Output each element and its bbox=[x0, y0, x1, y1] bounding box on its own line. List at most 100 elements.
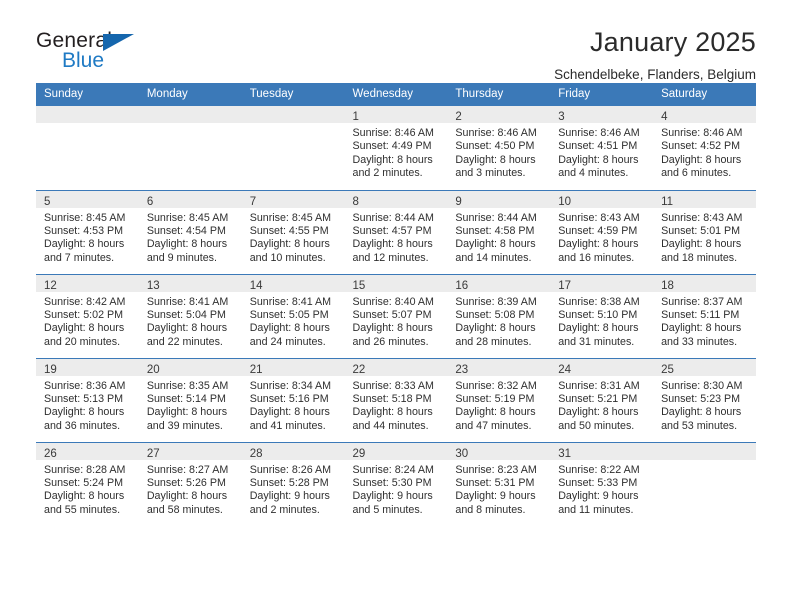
calendar-day-cell[interactable]: 3 Sunrise: 8:46 AM Sunset: 4:51 PM Daylight… bbox=[550, 106, 654, 190]
calendar-day-cell[interactable]: 14 Sunrise: 8:41 AM Sunset: 5:05 PM Dayligh… bbox=[241, 273, 345, 358]
day-number: 6 bbox=[146, 195, 154, 208]
day-cell-content: 23 Sunrise: 8:32 AM Sunset: 5:19 PM Dayligh… bbox=[447, 358, 551, 442]
calendar-day-cell[interactable]: 23 Sunrise: 8:32 AM Sunset: 5:19 PM Dayligh… bbox=[447, 357, 551, 442]
daylight-text-line2: and 44 minutes. bbox=[352, 419, 429, 432]
calendar-day-cell[interactable]: 11 Sunrise: 8:43 AM Sunset: 5:01 PM Dayligh… bbox=[653, 189, 756, 274]
calendar-day-cell[interactable]: 8 Sunrise: 8:44 AM Sunset: 4:57 PM Daylight… bbox=[344, 189, 448, 274]
daylight-text-line1: Daylight: 8 hours bbox=[352, 322, 433, 335]
masthead: General Blue January 2025 Schendelbeke, … bbox=[36, 0, 756, 82]
calendar-day-cell[interactable]: 20 Sunrise: 8:35 AM Sunset: 5:14 PM Dayligh… bbox=[138, 357, 242, 442]
calendar-week-row: 26 Sunrise: 8:28 AM Sunset: 5:24 PM Dayligh… bbox=[36, 441, 756, 527]
calendar-day-cell[interactable]: 22 Sunrise: 8:33 AM Sunset: 5:18 PM Dayligh… bbox=[344, 357, 448, 442]
logo-text-blue: Blue bbox=[62, 49, 105, 72]
sunset-text: Sunset: 5:14 PM bbox=[146, 392, 226, 405]
day-number-band: 20 bbox=[138, 358, 242, 376]
sunset-text: Sunset: 4:49 PM bbox=[352, 140, 432, 153]
day-cell-content: 21 Sunrise: 8:34 AM Sunset: 5:16 PM Dayligh… bbox=[241, 358, 345, 442]
calendar-day-cell[interactable]: 16 Sunrise: 8:39 AM Sunset: 5:08 PM Dayligh… bbox=[447, 273, 551, 358]
calendar-day-cell[interactable]: 25 Sunrise: 8:30 AM Sunset: 5:23 PM Dayligh… bbox=[653, 357, 756, 442]
calendar-day-cell[interactable]: 19 Sunrise: 8:36 AM Sunset: 5:13 PM Dayligh… bbox=[36, 357, 139, 442]
day-number-band: 23 bbox=[447, 358, 551, 376]
day-number: 31 bbox=[558, 447, 572, 460]
sunset-text: Sunset: 5:30 PM bbox=[352, 476, 432, 489]
calendar-day-cell[interactable]: 31 Sunrise: 8:22 AM Sunset: 5:33 PM Dayligh… bbox=[550, 441, 654, 527]
daylight-text-line2: and 53 minutes. bbox=[661, 419, 738, 432]
daylight-text-line2: and 14 minutes. bbox=[455, 251, 532, 264]
calendar-day-cell[interactable]: 12 Sunrise: 8:42 AM Sunset: 5:02 PM Dayligh… bbox=[36, 273, 139, 358]
day-cell-content: 3 Sunrise: 8:46 AM Sunset: 4:51 PM Daylight… bbox=[550, 106, 654, 190]
calendar-day-cell[interactable]: 13 Sunrise: 8:41 AM Sunset: 5:04 PM Dayligh… bbox=[138, 273, 242, 358]
calendar-day-cell-empty bbox=[138, 106, 242, 190]
daylight-text-line1: Daylight: 8 hours bbox=[455, 153, 536, 166]
day-number: 9 bbox=[455, 195, 462, 208]
sunset-text: Sunset: 5:24 PM bbox=[44, 476, 124, 489]
sunset-text: Sunset: 4:53 PM bbox=[44, 224, 124, 237]
sunrise-text: Sunrise: 8:43 AM bbox=[661, 211, 743, 224]
calendar-day-cell[interactable]: 9 Sunrise: 8:44 AM Sunset: 4:58 PM Daylight… bbox=[447, 189, 551, 274]
calendar-day-cell[interactable]: 24 Sunrise: 8:31 AM Sunset: 5:21 PM Dayligh… bbox=[550, 357, 654, 442]
daylight-text-line2: and 9 minutes. bbox=[146, 251, 217, 264]
calendar-day-cell[interactable]: 2 Sunrise: 8:46 AM Sunset: 4:50 PM Daylight… bbox=[447, 106, 551, 190]
day-details bbox=[36, 123, 139, 127]
day-number: 24 bbox=[558, 363, 572, 376]
calendar-day-cell[interactable]: 4 Sunrise: 8:46 AM Sunset: 4:52 PM Daylight… bbox=[653, 106, 756, 190]
sunrise-text: Sunrise: 8:26 AM bbox=[249, 463, 332, 476]
day-number-band: 3 bbox=[550, 106, 654, 123]
calendar-day-cell[interactable]: 17 Sunrise: 8:38 AM Sunset: 5:10 PM Dayligh… bbox=[550, 273, 654, 358]
daylight-text-line2: and 4 minutes. bbox=[558, 167, 629, 180]
day-cell-content: 8 Sunrise: 8:44 AM Sunset: 4:57 PM Daylight… bbox=[344, 190, 448, 274]
calendar-day-cell[interactable]: 29 Sunrise: 8:24 AM Sunset: 5:30 PM Dayligh… bbox=[344, 441, 448, 526]
day-cell-content: 31 Sunrise: 8:22 AM Sunset: 5:33 PM Dayligh… bbox=[550, 442, 654, 527]
day-cell-content: 16 Sunrise: 8:39 AM Sunset: 5:08 PM Dayligh… bbox=[447, 274, 551, 358]
sunset-text: Sunset: 5:19 PM bbox=[455, 392, 535, 405]
daylight-text-line2: and 20 minutes. bbox=[44, 335, 121, 348]
daylight-text-line2: and 39 minutes. bbox=[146, 419, 223, 432]
sunset-text: Sunset: 5:21 PM bbox=[558, 392, 638, 405]
day-number-band: 7 bbox=[241, 190, 345, 208]
calendar-day-cell[interactable]: 5 Sunrise: 8:45 AM Sunset: 4:53 PM Daylight… bbox=[36, 189, 139, 274]
daylight-text-line2: and 3 minutes. bbox=[455, 167, 526, 180]
daylight-text-line1: Daylight: 8 hours bbox=[44, 238, 125, 251]
day-number: 13 bbox=[146, 279, 160, 292]
daylight-text-line2: and 55 minutes. bbox=[44, 503, 121, 516]
day-number: 27 bbox=[146, 447, 160, 460]
daylight-text-line1: Daylight: 8 hours bbox=[661, 238, 742, 251]
sunset-text: Sunset: 5:04 PM bbox=[146, 308, 226, 321]
day-cell-content bbox=[653, 442, 756, 527]
calendar-day-cell[interactable]: 28 Sunrise: 8:26 AM Sunset: 5:28 PM Dayligh… bbox=[241, 441, 345, 526]
calendar-day-cell[interactable]: 7 Sunrise: 8:45 AM Sunset: 4:55 PM Daylight… bbox=[241, 189, 345, 274]
day-details: Sunrise: 8:44 AM Sunset: 4:57 PM Daylight:… bbox=[345, 208, 448, 266]
sunset-text: Sunset: 5:11 PM bbox=[661, 308, 740, 321]
day-number-band bbox=[241, 106, 345, 123]
daylight-text-line1: Daylight: 8 hours bbox=[352, 406, 433, 419]
calendar-day-cell[interactable]: 15 Sunrise: 8:40 AM Sunset: 5:07 PM Dayligh… bbox=[344, 273, 448, 358]
day-number: 28 bbox=[249, 447, 263, 460]
daylight-text-line1: Daylight: 8 hours bbox=[44, 406, 125, 419]
calendar-day-cell[interactable]: 26 Sunrise: 8:28 AM Sunset: 5:24 PM Dayligh… bbox=[36, 441, 139, 526]
day-cell-content: 7 Sunrise: 8:45 AM Sunset: 4:55 PM Daylight… bbox=[241, 190, 345, 274]
calendar-day-cell[interactable]: 18 Sunrise: 8:37 AM Sunset: 5:11 PM Dayligh… bbox=[653, 273, 756, 358]
sunset-text: Sunset: 4:57 PM bbox=[352, 224, 432, 237]
day-details: Sunrise: 8:39 AM Sunset: 5:08 PM Daylight:… bbox=[447, 292, 550, 350]
daylight-text-line2: and 41 minutes. bbox=[249, 419, 326, 432]
daylight-text-line1: Daylight: 8 hours bbox=[146, 406, 228, 419]
calendar-day-cell[interactable]: 21 Sunrise: 8:34 AM Sunset: 5:16 PM Dayligh… bbox=[241, 357, 345, 442]
daylight-text-line2: and 7 minutes. bbox=[44, 251, 115, 264]
calendar-grid: Sunday Monday Tuesday Wednesday Thursday… bbox=[36, 83, 756, 526]
sunrise-text: Sunrise: 8:32 AM bbox=[455, 379, 537, 392]
calendar-day-cell[interactable]: 1 Sunrise: 8:46 AM Sunset: 4:49 PM Daylight… bbox=[344, 106, 448, 190]
day-cell-content: 30 Sunrise: 8:23 AM Sunset: 5:31 PM Dayligh… bbox=[447, 442, 551, 527]
sunrise-text: Sunrise: 8:34 AM bbox=[249, 379, 332, 392]
daylight-text-line2: and 8 minutes. bbox=[455, 503, 526, 516]
calendar-day-cell[interactable]: 27 Sunrise: 8:27 AM Sunset: 5:26 PM Dayligh… bbox=[138, 441, 242, 526]
day-number-band: 16 bbox=[447, 274, 551, 292]
day-details: Sunrise: 8:44 AM Sunset: 4:58 PM Daylight:… bbox=[447, 208, 550, 266]
calendar-day-cell[interactable]: 6 Sunrise: 8:45 AM Sunset: 4:54 PM Daylight… bbox=[138, 189, 242, 274]
day-number-band: 29 bbox=[344, 442, 448, 460]
daylight-text-line2: and 5 minutes. bbox=[352, 503, 423, 516]
day-number-band bbox=[653, 442, 756, 460]
sunset-text: Sunset: 5:23 PM bbox=[661, 392, 741, 405]
calendar-day-cell[interactable]: 30 Sunrise: 8:23 AM Sunset: 5:31 PM Dayligh… bbox=[447, 441, 551, 527]
calendar-day-cell[interactable]: 10 Sunrise: 8:43 AM Sunset: 4:59 PM Dayligh… bbox=[550, 189, 654, 274]
sunrise-text: Sunrise: 8:46 AM bbox=[558, 127, 640, 139]
